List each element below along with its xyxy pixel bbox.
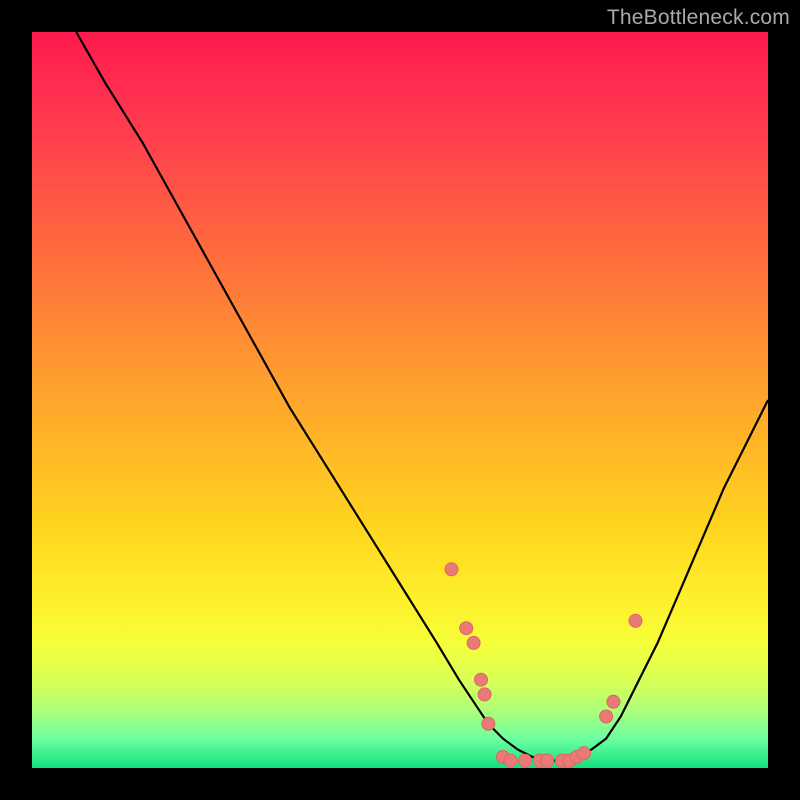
data-point [629,614,642,627]
data-point [478,688,491,701]
data-point [519,754,532,767]
data-point-markers [445,563,642,767]
chart-svg [32,32,768,768]
data-point [482,717,495,730]
data-point [467,636,480,649]
data-point [460,622,473,635]
data-point [475,673,488,686]
data-point [445,563,458,576]
data-point [578,747,591,760]
chart-frame: TheBottleneck.com [0,0,800,800]
data-point [607,695,620,708]
data-point [600,710,613,723]
plot-area [32,32,768,768]
data-point [504,754,517,767]
data-point [541,754,554,767]
bottleneck-curve [76,32,768,761]
watermark-label: TheBottleneck.com [607,6,790,30]
